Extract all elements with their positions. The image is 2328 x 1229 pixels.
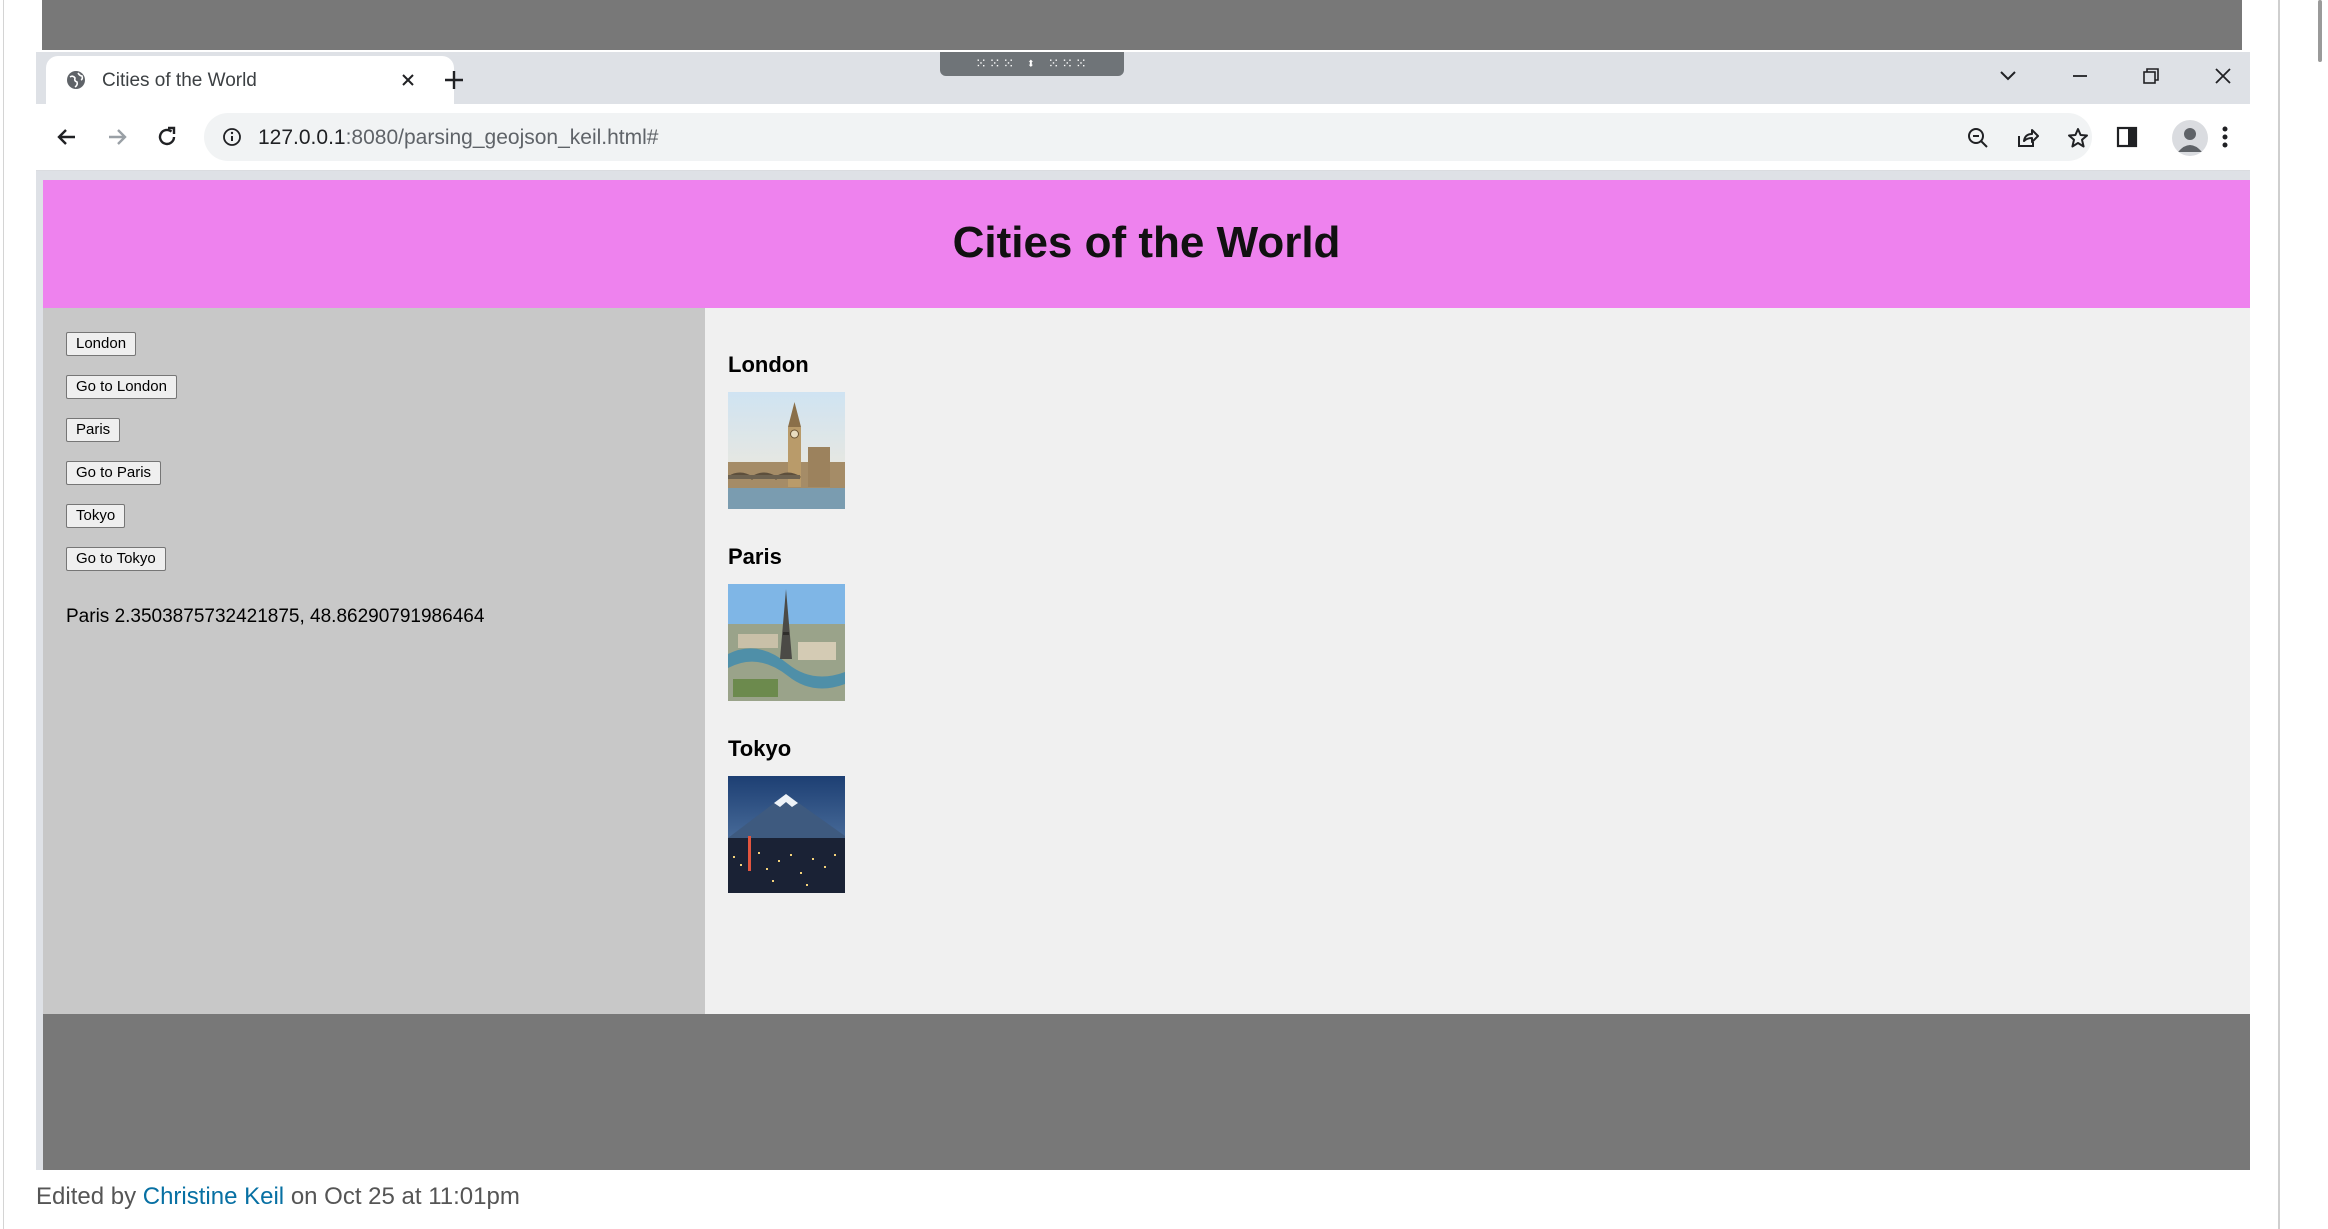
site-footer	[43, 1014, 2250, 1170]
outer-top-strip	[42, 0, 2242, 50]
star-icon[interactable]	[2062, 122, 2094, 154]
page-title: Cities of the World	[952, 218, 1341, 267]
edited-prefix: Edited by	[36, 1183, 137, 1210]
page-viewport: Cities of the World London Go to London …	[43, 180, 2250, 1170]
drag-handle[interactable]: ⁙⁙⁙ ⬍ ⁙⁙⁙	[940, 52, 1124, 76]
url-host: 127.0.0.1	[258, 126, 346, 149]
tab-title: Cities of the World	[102, 70, 257, 91]
city-heading-tokyo: Tokyo	[728, 736, 792, 761]
browser-window: Cities of the World ⁙⁙⁙ ⬍ ⁙⁙⁙ 127.0.0.1:…	[36, 52, 2250, 1170]
tokyo-button[interactable]: Tokyo	[66, 504, 126, 528]
address-bar[interactable]: 127.0.0.1:8080/parsing_geojson_keil.html…	[204, 113, 2092, 161]
address-url[interactable]: 127.0.0.1:8080/parsing_geojson_keil.html…	[258, 126, 658, 150]
london-button[interactable]: London	[66, 332, 137, 356]
paris-button[interactable]: Paris	[66, 418, 121, 442]
back-arrow-icon[interactable]	[46, 116, 88, 158]
go-to-london-button[interactable]: Go to London	[66, 375, 177, 399]
zoom-out-icon[interactable]	[1962, 122, 1994, 154]
close-icon[interactable]	[392, 64, 424, 96]
info-icon[interactable]	[222, 127, 242, 147]
minimize-icon[interactable]	[2050, 54, 2110, 98]
reload-icon[interactable]	[146, 116, 188, 158]
forward-arrow-icon[interactable]	[96, 116, 138, 158]
restore-icon[interactable]	[2121, 54, 2181, 98]
go-to-tokyo-button[interactable]: Go to Tokyo	[66, 547, 166, 571]
globe-icon	[67, 71, 85, 89]
mount-fuji-tokyo-night-photo	[728, 776, 845, 893]
kebab-menu-icon[interactable]	[2206, 118, 2244, 156]
plus-icon[interactable]	[432, 58, 476, 102]
city-heading-paris: Paris	[728, 544, 782, 569]
browser-toolbar: 127.0.0.1:8080/parsing_geojson_keil.html…	[36, 104, 2250, 171]
outer-scrollbar-thumb[interactable]	[2318, 0, 2322, 62]
outer-left-border	[3, 0, 4, 1229]
edited-by-line: Edited by Christine Keil on Oct 25 at 11…	[36, 1183, 520, 1211]
eiffel-tower-seine-photo	[728, 584, 845, 701]
coordinate-readout: Paris 2.3503875732421875, 48.86290791986…	[66, 606, 485, 627]
browser-tab[interactable]: Cities of the World	[46, 56, 454, 104]
editor-link[interactable]: Christine Keil	[143, 1183, 284, 1210]
tab-search-icon[interactable]	[1978, 54, 2038, 98]
main-content: London Paris Tokyo	[705, 308, 2250, 1014]
tab-strip: Cities of the World ⁙⁙⁙ ⬍ ⁙⁙⁙	[36, 52, 2250, 104]
big-ben-westminster-photo	[728, 392, 845, 509]
sidebar: London Go to London Paris Go to Paris To…	[43, 308, 705, 1014]
outer-right-border	[2278, 0, 2280, 1229]
edited-suffix: on Oct 25 at 11:01pm	[290, 1183, 520, 1210]
side-panel-icon[interactable]	[2108, 118, 2146, 156]
window-close-icon[interactable]	[2193, 54, 2253, 98]
url-path: :8080/parsing_geojson_keil.html#	[345, 126, 659, 149]
site-header: Cities of the World	[43, 180, 2250, 308]
share-icon[interactable]	[2012, 122, 2044, 154]
city-heading-london: London	[728, 352, 809, 377]
profile-avatar-icon[interactable]	[2172, 120, 2208, 156]
go-to-paris-button[interactable]: Go to Paris	[66, 461, 162, 485]
